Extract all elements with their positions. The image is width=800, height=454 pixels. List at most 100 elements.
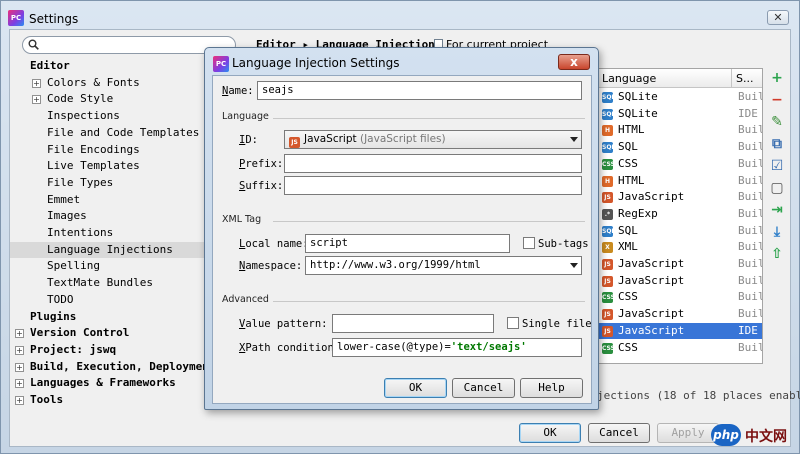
js-language-icon: JS xyxy=(602,309,613,321)
table-row[interactable]: JS JavaScript Built- xyxy=(598,256,762,273)
share-icon[interactable]: ⇧ xyxy=(767,244,787,264)
expand-icon[interactable]: + xyxy=(15,345,24,355)
settings-ok-button[interactable]: OK xyxy=(519,423,581,443)
row-language: XML xyxy=(618,240,638,254)
edit-icon[interactable]: ✎ xyxy=(767,112,787,132)
tree-item-label: File and Code Templates xyxy=(47,125,200,139)
table-row[interactable]: JS JavaScript Built- xyxy=(598,189,762,206)
dialog-title: Language Injection Settings xyxy=(232,56,400,70)
row-scope: Built- xyxy=(738,273,762,287)
settings-close-button[interactable]: ✕ xyxy=(767,10,789,25)
row-scope: IDE xyxy=(738,106,758,120)
row-language: HTML xyxy=(618,173,645,187)
dialog-close-button[interactable]: x xyxy=(558,54,590,70)
local-name-input[interactable]: script xyxy=(305,234,510,253)
value-pattern-label: Value pattern: xyxy=(239,318,328,330)
tree-item-label: Emmet xyxy=(47,192,81,206)
row-language: HTML xyxy=(618,123,645,137)
table-row[interactable]: SQLSQL Built- xyxy=(598,223,762,240)
table-row[interactable]: CSSCSS Built- xyxy=(598,340,762,357)
local-name-label: Local name: xyxy=(239,238,309,250)
row-scope: Built- xyxy=(738,240,762,254)
import-icon[interactable]: ⇥ xyxy=(767,200,787,220)
export-icon[interactable]: ⤓ xyxy=(767,222,787,242)
tree-item-label: Version Control xyxy=(30,326,130,340)
css-language-icon: CSS xyxy=(602,342,615,354)
tree-item-label: Languages & Frameworks xyxy=(30,376,176,390)
table-row[interactable]: CSSCSS Built- xyxy=(598,289,762,306)
dialog-ok-button[interactable]: OK xyxy=(384,378,447,398)
table-row[interactable]: H HTML Built- xyxy=(598,173,762,190)
xpath-condition-label: XPath condition: xyxy=(239,342,341,354)
xpath-condition-input[interactable]: lower-case(@type)='text/seajs' xyxy=(332,338,582,357)
single-file-checkbox[interactable]: Single file xyxy=(507,317,592,330)
expand-icon[interactable]: + xyxy=(15,396,24,405)
column-header-scope[interactable]: S... xyxy=(732,69,762,88)
prefix-label: Prefix: xyxy=(239,158,284,170)
table-row[interactable]: X XML Built- xyxy=(598,239,762,256)
php-cn-watermark: php 中文网 xyxy=(711,422,797,450)
language-id-combobox[interactable]: JS JavaScript (JavaScript files) xyxy=(284,130,582,149)
table-row[interactable]: JS JavaScript IDE xyxy=(598,322,762,340)
table-row[interactable]: H HTML Built- xyxy=(598,122,762,139)
expand-icon[interactable]: + xyxy=(15,362,24,372)
row-language: CSS xyxy=(618,156,638,170)
table-row[interactable]: JS JavaScript Built- xyxy=(598,273,762,290)
pycharm-app-icon: PC xyxy=(8,10,24,26)
checkbox-box[interactable] xyxy=(523,237,535,249)
watermark-text: 中文网 xyxy=(745,429,787,445)
injections-table[interactable]: Language S... SQLSQLiteBuilt-SQLSQLiteID… xyxy=(597,68,763,364)
expand-icon[interactable]: + xyxy=(32,95,41,105)
prefix-input[interactable] xyxy=(284,154,582,173)
value-pattern-input[interactable] xyxy=(332,314,494,333)
column-header-language[interactable]: Language xyxy=(598,69,732,88)
tree-item-label: Inspections xyxy=(47,109,120,123)
suffix-input[interactable] xyxy=(284,176,582,195)
row-scope: Built- xyxy=(738,206,762,220)
settings-cancel-button[interactable]: Cancel xyxy=(588,423,650,443)
row-scope: Built- xyxy=(738,223,762,237)
disable-icon[interactable]: ▢ xyxy=(767,178,787,198)
settings-apply-button[interactable]: Apply xyxy=(657,423,719,443)
sub-tags-checkbox[interactable]: Sub-tags xyxy=(523,237,589,250)
row-language: JavaScript xyxy=(618,190,685,204)
table-row[interactable]: SQL SQLite IDE xyxy=(598,106,762,123)
table-row[interactable]: .* RegExp Built- xyxy=(598,206,762,223)
checkbox-box[interactable] xyxy=(507,317,519,329)
suffix-label: Suffix: xyxy=(239,180,284,192)
tree-item-label: Editor xyxy=(30,59,70,72)
namespace-combobox[interactable]: http://www.w3.org/1999/html xyxy=(305,256,582,275)
row-scope: Built- xyxy=(738,190,762,204)
row-language: CSS xyxy=(618,340,638,354)
dialog-help-button[interactable]: Help xyxy=(520,378,583,398)
table-row[interactable]: SQLSQL Built- xyxy=(598,139,762,156)
table-row[interactable]: SQLSQLite Built- xyxy=(598,89,762,106)
enable-icon[interactable]: ☑ xyxy=(767,156,787,176)
remove-icon[interactable]: − xyxy=(767,90,787,110)
xml-language-icon: X xyxy=(602,242,613,254)
php-logo: php xyxy=(711,424,741,446)
row-scope: Built- xyxy=(738,140,762,154)
expand-icon[interactable]: + xyxy=(15,329,24,339)
tree-item-label: Live Templates xyxy=(47,159,140,173)
expand-icon[interactable]: + xyxy=(15,379,24,389)
css-language-icon: CSS xyxy=(602,158,615,170)
sql-language-icon: SQL xyxy=(602,225,616,237)
name-input[interactable]: seajs xyxy=(257,81,582,100)
row-language: SQLite xyxy=(618,90,658,103)
css-language-icon: CSS xyxy=(602,292,615,304)
tree-item-label: Images xyxy=(47,209,87,223)
tree-item-label: Intentions xyxy=(47,226,114,239)
id-label: ID: xyxy=(239,134,258,146)
table-row[interactable]: JS JavaScript Built- xyxy=(598,306,762,323)
dialog-cancel-button[interactable]: Cancel xyxy=(452,378,515,398)
expand-icon[interactable]: + xyxy=(32,78,41,88)
copy-icon[interactable]: ⧉ xyxy=(767,134,787,154)
tree-item-label: TODO xyxy=(47,292,74,306)
add-icon[interactable]: + xyxy=(767,68,787,88)
xml-tag-section-title: XML Tag xyxy=(222,214,262,225)
table-row[interactable]: CSSCSS Built- xyxy=(598,156,762,173)
language-injection-dialog: PC Language Injection Settings x Name: s… xyxy=(204,47,599,410)
tree-item-label: TextMate Bundles xyxy=(47,276,153,290)
row-scope: Built- xyxy=(738,290,762,304)
